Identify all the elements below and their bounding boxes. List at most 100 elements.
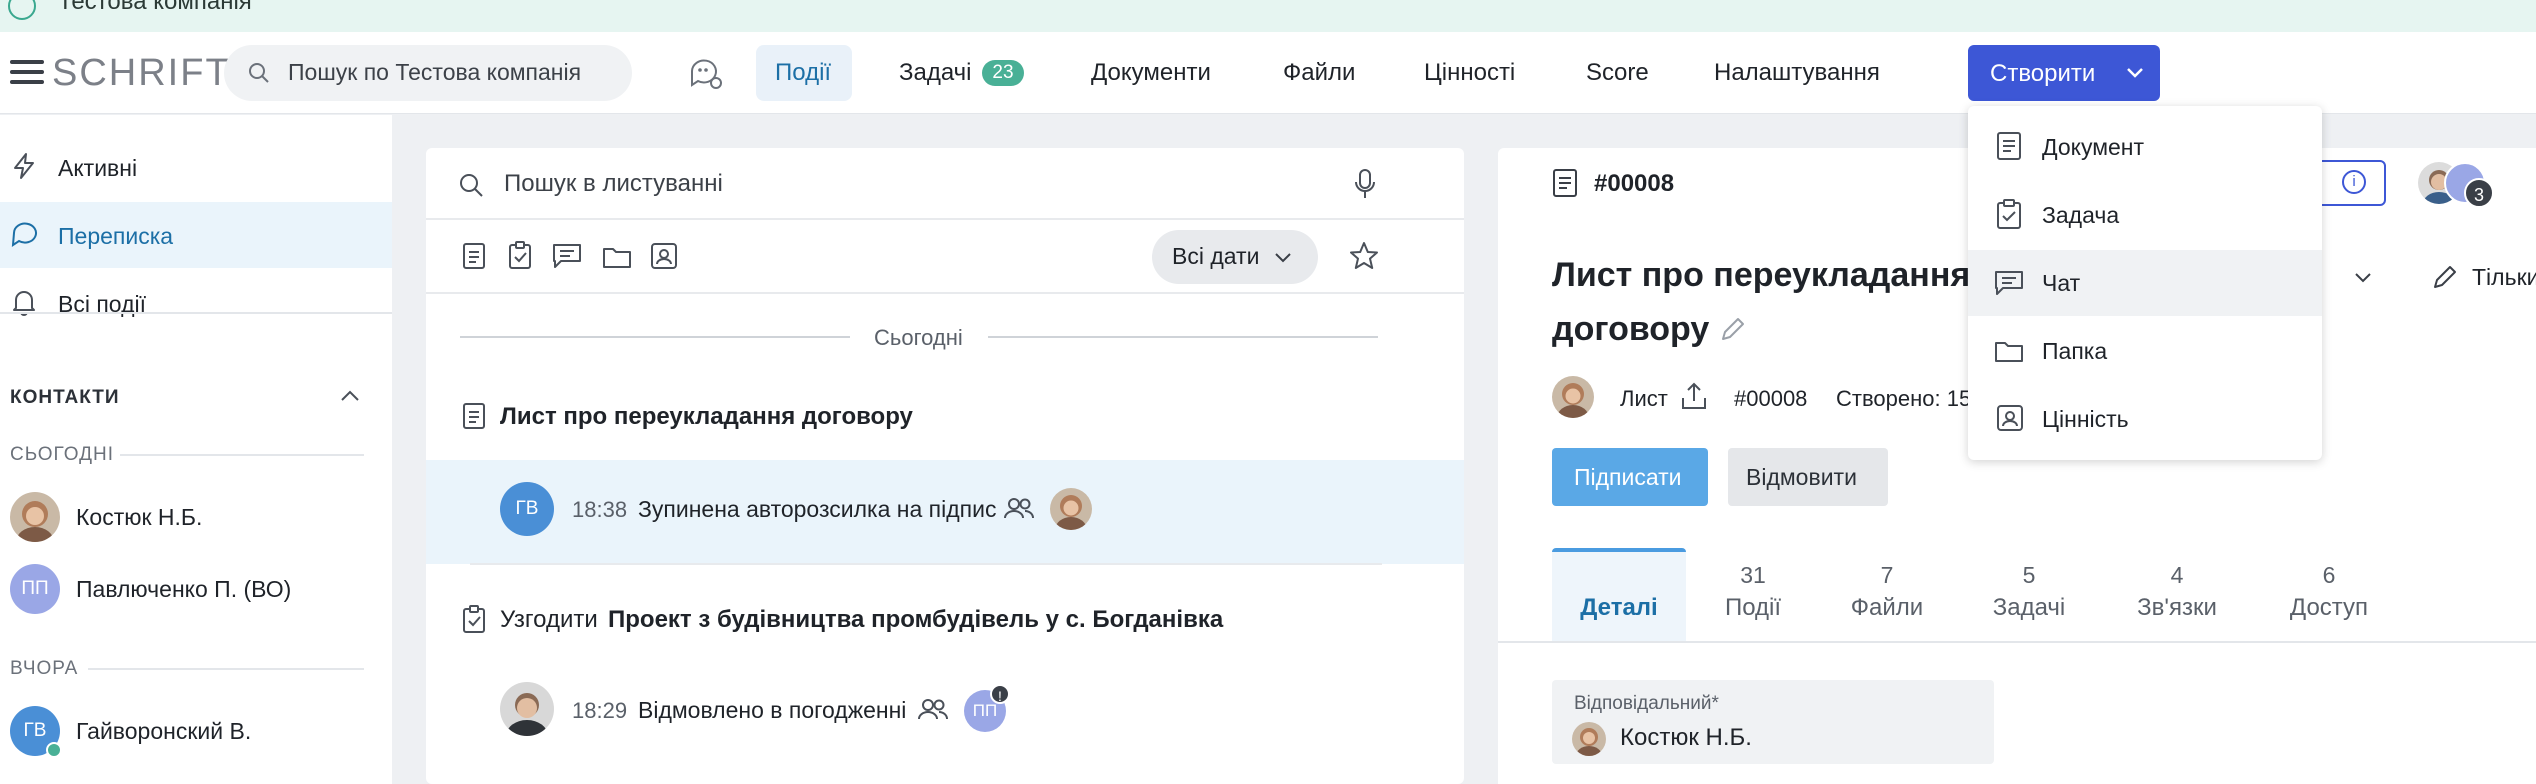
participants-count-badge: 3 (2464, 178, 2494, 208)
document-icon (462, 402, 486, 430)
event-text: Зупинена авторозсилка на підпис (638, 496, 997, 522)
notice-text: Тестова компанія (58, 0, 252, 15)
tab-access[interactable]: Доступ (2262, 594, 2396, 622)
nav-events[interactable]: Події (775, 59, 831, 87)
tab-events-count[interactable]: 31 (1686, 562, 1820, 589)
nav-documents[interactable]: Документи (1091, 59, 1211, 87)
document-created: Створено: 15 (1836, 386, 1972, 411)
pencil-icon[interactable] (1718, 314, 1748, 344)
thread-title-prefix: Узгодити (500, 606, 598, 633)
thread-divider (470, 563, 1382, 565)
nav-score[interactable]: Score (1586, 59, 1649, 87)
tab-events[interactable]: Події (1686, 594, 1820, 622)
tabs-divider (1498, 641, 2536, 643)
task-icon (1996, 198, 2022, 230)
alert-icon: ! (990, 684, 1010, 704)
document-title-line2: договору (1552, 310, 1710, 348)
document-icon (1996, 131, 2022, 161)
document-type: Лист (1620, 386, 1668, 411)
contacts-yesterday-title: ВЧОРА (10, 658, 79, 679)
notice-bar (0, 0, 2536, 32)
nav-files[interactable]: Файли (1283, 59, 1355, 87)
online-status-dot (46, 742, 62, 758)
responsible-label: Відповідальний* (1574, 693, 1719, 714)
nav-settings[interactable]: Налаштування (1714, 59, 1880, 87)
tab-files[interactable]: Файли (1820, 594, 1954, 622)
microphone-icon[interactable] (1354, 168, 1376, 200)
tab-tasks-count[interactable]: 5 (1962, 562, 2096, 589)
menu-item-task-label: Задача (2042, 202, 2120, 228)
chat-bot-icon[interactable] (688, 55, 724, 91)
dates-filter-label: Всі дати (1172, 243, 1260, 269)
menu-icon[interactable] (10, 58, 44, 86)
participants-icon (1004, 496, 1034, 520)
search-icon (458, 172, 484, 198)
chevron-up-icon[interactable] (340, 389, 360, 403)
document-number: #00008 (1594, 170, 1675, 197)
folder-filter-icon[interactable] (602, 245, 632, 269)
reject-button-label: Відмовити (1746, 464, 1857, 490)
search-icon (248, 62, 270, 84)
document-icon (1552, 168, 1578, 198)
info-icon: i (2342, 170, 2366, 194)
folder-icon (1994, 339, 2024, 363)
contact-name[interactable]: Павлюченко П. (ВО) (76, 576, 291, 603)
contact-name[interactable]: Гайворонский В. (76, 718, 251, 745)
event-text: Відмовлено в погодженні (638, 697, 907, 723)
upload-icon[interactable] (1680, 380, 1708, 412)
avatar (1572, 722, 1606, 756)
chat-bubble-icon (10, 221, 38, 247)
responsible-name: Костюк Н.Б. (1620, 724, 1752, 751)
feed-search-input[interactable]: Пошук в листуванні (504, 170, 723, 198)
contacts-today-title: СЬОГОДНІ (10, 444, 115, 465)
yesterday-divider-line (88, 668, 364, 670)
chat-icon (1994, 270, 2024, 296)
tab-access-count[interactable]: 6 (2262, 562, 2396, 589)
tab-links-count[interactable]: 4 (2110, 562, 2244, 589)
value-icon (1996, 404, 2024, 432)
participants-icon (918, 697, 948, 721)
tab-details-label: Деталі (1580, 594, 1658, 621)
today-label: Сьогодні (874, 325, 963, 350)
document-title-line1: Лист про переукладання (1552, 256, 1971, 294)
sign-button-label: Підписати (1574, 464, 1682, 490)
bolt-icon (12, 152, 36, 180)
document-filter-icon[interactable] (462, 242, 486, 270)
reject-button[interactable]: Відмовити (1728, 448, 1888, 506)
avatar (10, 492, 60, 542)
today-line-left (460, 336, 850, 338)
sidebar-divider (0, 312, 392, 314)
avatar: ПП (10, 564, 60, 614)
nav-values[interactable]: Цінності (1424, 59, 1515, 87)
chevron-down-icon (2126, 67, 2144, 79)
chat-filter-icon[interactable] (552, 243, 582, 269)
tab-tasks[interactable]: Задачі (1962, 594, 2096, 622)
pencil-icon[interactable] (2430, 262, 2460, 292)
thread-title[interactable]: Лист про переукладання договору (500, 403, 913, 431)
nav-tasks[interactable]: Задачі (899, 59, 972, 87)
create-button[interactable]: Створити (1968, 45, 2160, 101)
contacts-section-title: КОНТАКТИ (10, 387, 120, 408)
menu-item-folder-label: Папка (2042, 338, 2108, 364)
feed-toolbar-divider (426, 292, 1464, 294)
edit-mode-label[interactable]: Тільки (2472, 264, 2536, 291)
thread-title[interactable]: Проект з будівництва промбудівель у с. Б… (608, 606, 1223, 634)
global-search-placeholder: Пошук по Тестова компанія (288, 59, 582, 85)
sign-button[interactable]: Підписати (1552, 448, 1708, 506)
star-icon[interactable] (1348, 240, 1380, 272)
contact-name[interactable]: Костюк Н.Б. (76, 504, 202, 531)
event-time: 18:38 (572, 497, 628, 522)
avatar (1552, 376, 1594, 418)
sidebar-label-active: Активні (58, 155, 138, 181)
value-filter-icon[interactable] (650, 242, 678, 270)
document-meta-number: #00008 (1734, 386, 1808, 411)
avatar: ГВ (500, 482, 554, 536)
menu-item-value-label: Цінність (2042, 406, 2129, 432)
tab-files-count[interactable]: 7 (1820, 562, 1954, 589)
app-logo: SCHRIFT (52, 52, 231, 94)
task-filter-icon[interactable] (508, 240, 532, 270)
tab-links[interactable]: Зв'язки (2110, 594, 2244, 622)
menu-item-document-label: Документ (2042, 134, 2145, 160)
chevron-down-icon (1274, 252, 1292, 264)
chevron-down-icon (2354, 272, 2372, 284)
